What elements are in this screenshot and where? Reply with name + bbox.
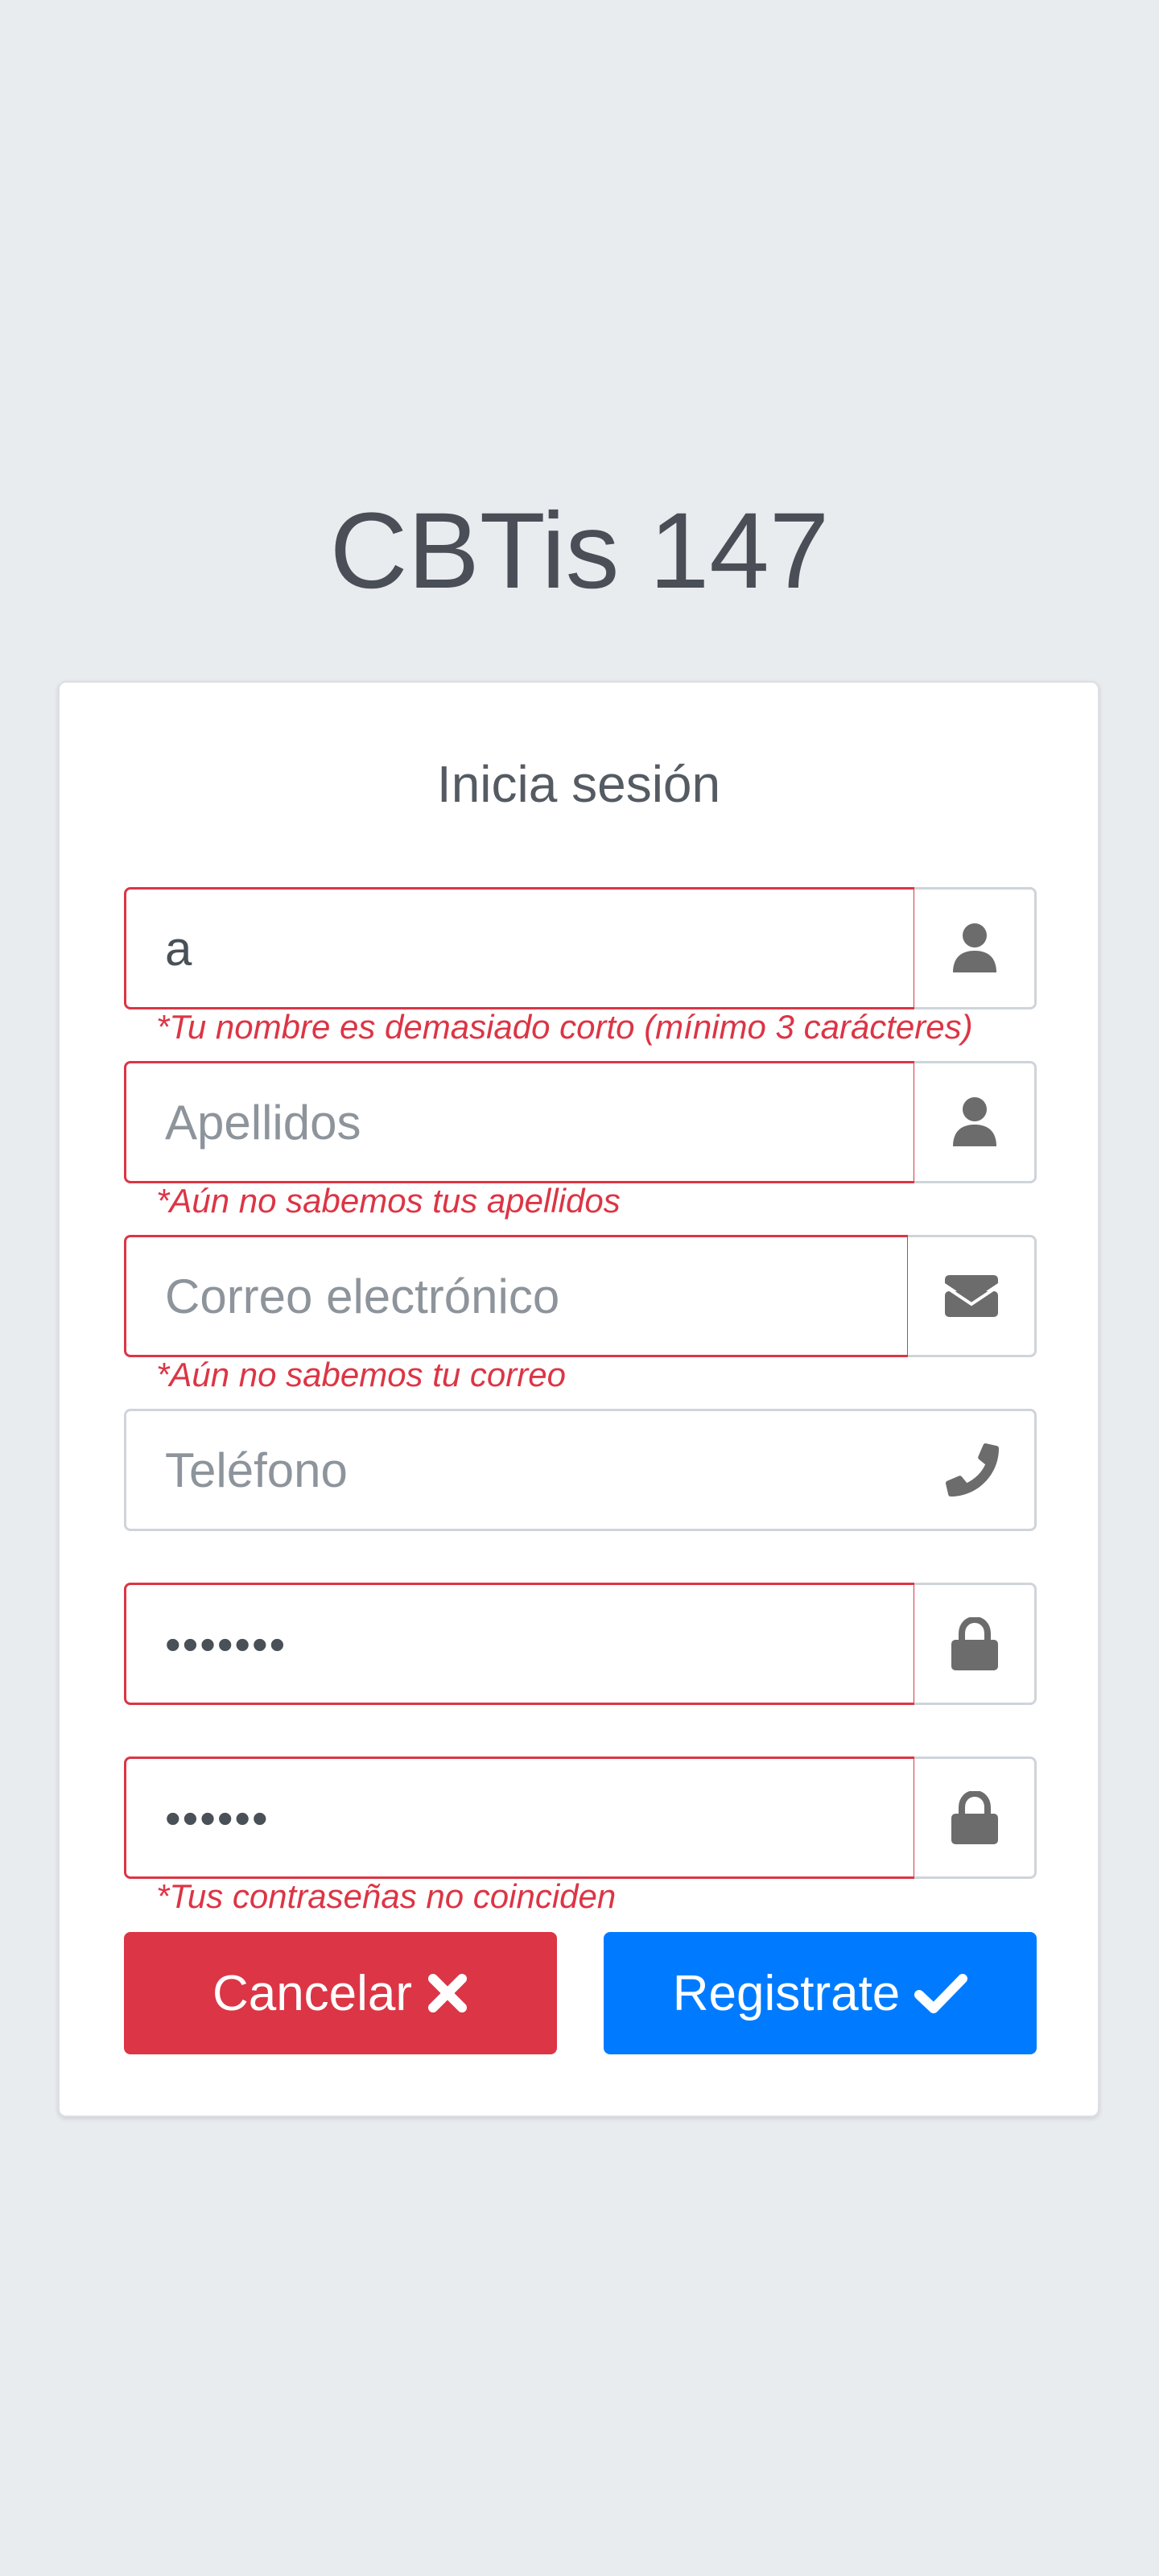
- envelope-icon: [944, 1275, 998, 1317]
- register-card: Inicia sesión *Tu nombre es demasiado co…: [58, 681, 1099, 2117]
- lastname-input[interactable]: [124, 1061, 916, 1183]
- password-field-group: [124, 1583, 1037, 1705]
- confirm-password-input[interactable]: [124, 1757, 916, 1879]
- confirm-password-addon: [914, 1757, 1037, 1879]
- lastname-error: *Aún no sabemos tus apellidos: [156, 1182, 621, 1220]
- password-input[interactable]: [124, 1583, 916, 1705]
- form-title: Inicia sesión: [436, 755, 721, 813]
- phone-icon: [946, 1443, 999, 1496]
- lastname-addon: [914, 1061, 1037, 1183]
- user-icon: [951, 1096, 998, 1148]
- lock-icon: [951, 1791, 998, 1844]
- phone-addon: [943, 1441, 1001, 1499]
- lastname-field-group: [124, 1061, 1037, 1183]
- email-addon: [908, 1235, 1037, 1357]
- name-input[interactable]: [124, 887, 916, 1009]
- email-input[interactable]: [124, 1235, 909, 1357]
- cancel-button[interactable]: Cancelar: [124, 1932, 557, 2054]
- check-icon: [914, 1972, 968, 2014]
- lock-icon: [951, 1617, 998, 1670]
- page-title: CBTis 147: [329, 491, 830, 611]
- phone-input[interactable]: [124, 1409, 1037, 1531]
- times-icon: [427, 1972, 468, 2014]
- name-field-group: [124, 887, 1037, 1009]
- register-button[interactable]: Registrate: [604, 1932, 1037, 2054]
- cancel-button-label: Cancelar: [212, 1965, 413, 2021]
- email-field-group: [124, 1235, 1037, 1357]
- confirm-password-field-group: [124, 1757, 1037, 1879]
- password-addon: [914, 1583, 1037, 1705]
- name-addon: [914, 887, 1037, 1009]
- confirm-password-error: *Tus contraseñas no coinciden: [156, 1877, 617, 1915]
- user-icon: [951, 923, 998, 974]
- name-error: *Tu nombre es demasiado corto (mínimo 3 …: [156, 1008, 973, 1046]
- register-button-label: Registrate: [672, 1965, 901, 2021]
- phone-field-group: [124, 1409, 1037, 1531]
- email-error: *Aún no sabemos tu correo: [156, 1356, 566, 1393]
